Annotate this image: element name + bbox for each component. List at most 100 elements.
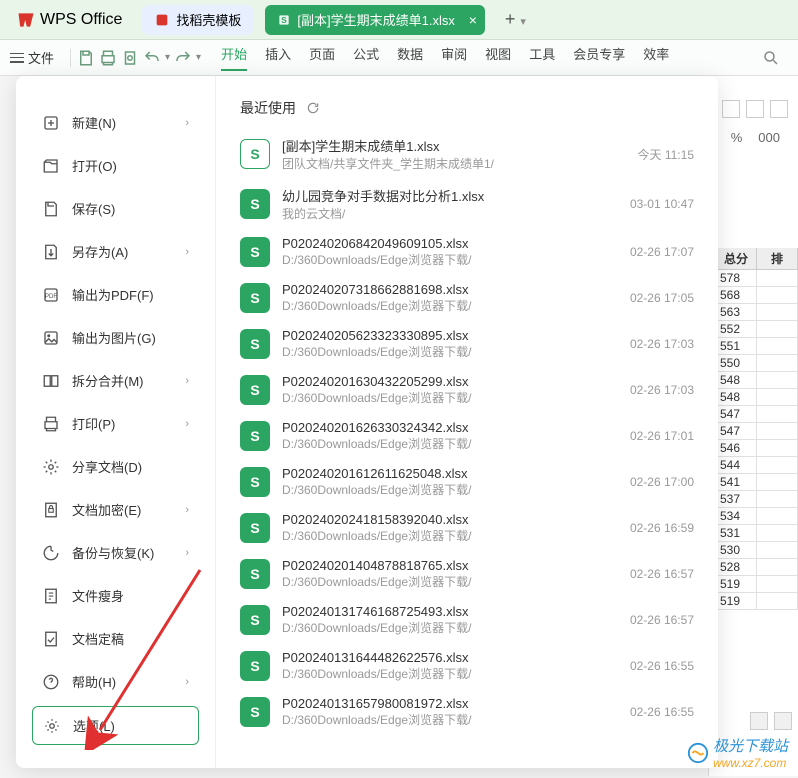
menu-member[interactable]: 会员专享 xyxy=(573,44,625,71)
tab-template[interactable]: 找稻壳模板 xyxy=(142,5,253,35)
menu-review[interactable]: 审阅 xyxy=(441,44,467,71)
sidebar-item-11[interactable]: 文件瘦身 xyxy=(32,577,199,614)
cell-row[interactable]: 548 xyxy=(716,372,798,389)
cell-row[interactable]: 528 xyxy=(716,559,798,576)
menu-formula[interactable]: 公式 xyxy=(353,44,379,71)
decimal-label[interactable]: 000 xyxy=(758,130,780,145)
sidebar-item-13[interactable]: 帮助(H)› xyxy=(32,663,199,700)
file-menu-button[interactable]: 文件 xyxy=(0,48,64,67)
cell-empty xyxy=(757,372,798,388)
recent-file-row[interactable]: SP020240131746168725493.xlsxD:/360Downlo… xyxy=(240,604,694,636)
bg-icon-2[interactable] xyxy=(746,100,764,118)
sidebar-item-8[interactable]: 分享文档(D) xyxy=(32,448,199,485)
sidebar-icon-14 xyxy=(43,717,61,735)
cell-row[interactable]: 546 xyxy=(716,440,798,457)
menu-start[interactable]: 开始 xyxy=(221,44,247,71)
sidebar-item-9[interactable]: 文档加密(E)› xyxy=(32,491,199,528)
menu-efficiency[interactable]: 效率 xyxy=(643,44,669,71)
cell-row[interactable]: 563 xyxy=(716,304,798,321)
col-rank[interactable]: 排 xyxy=(757,248,798,269)
cell-row[interactable]: 544 xyxy=(716,457,798,474)
menu-tools[interactable]: 工具 xyxy=(529,44,555,71)
sidebar-label: 打开(O) xyxy=(72,156,117,175)
menu-view[interactable]: 视图 xyxy=(485,44,511,71)
cell-row[interactable]: 568 xyxy=(716,287,798,304)
bg-icon-3[interactable] xyxy=(770,100,788,118)
bg-toolbar-icons xyxy=(722,100,788,118)
recent-file-row[interactable]: S[副本]学生期末成绩单1.xlsx团队文档/共享文件夹_学生期末成绩单1/今天… xyxy=(240,136,694,172)
redo-icon[interactable] xyxy=(174,49,192,67)
cell-value: 546 xyxy=(716,440,757,456)
cell-row[interactable]: 537 xyxy=(716,491,798,508)
cell-value: 544 xyxy=(716,457,757,473)
sheet-icon-2[interactable] xyxy=(774,712,792,730)
cell-empty xyxy=(757,474,798,490)
file-name: P020240131746168725493.xlsx xyxy=(282,604,618,619)
menu-data[interactable]: 数据 xyxy=(397,44,423,71)
sidebar-item-10[interactable]: 备份与恢复(K)› xyxy=(32,534,199,571)
close-icon[interactable]: × xyxy=(469,12,477,28)
file-name: 幼儿园竞争对手数据对比分析1.xlsx xyxy=(282,186,618,205)
sheet-icon-1[interactable] xyxy=(750,712,768,730)
print-icon[interactable] xyxy=(99,49,117,67)
chevron-right-icon: › xyxy=(185,246,189,258)
recent-file-row[interactable]: SP020240202418158392040.xlsxD:/360Downlo… xyxy=(240,512,694,544)
cell-row[interactable]: 530 xyxy=(716,542,798,559)
sidebar-item-4[interactable]: PDF输出为PDF(F) xyxy=(32,276,199,313)
cell-row[interactable]: 548 xyxy=(716,389,798,406)
sidebar-item-2[interactable]: 保存(S) xyxy=(32,190,199,227)
recent-file-row[interactable]: SP020240205623323330895.xlsxD:/360Downlo… xyxy=(240,328,694,360)
recent-file-row[interactable]: SP020240206842049609105.xlsxD:/360Downlo… xyxy=(240,236,694,268)
cell-row[interactable]: 551 xyxy=(716,338,798,355)
sidebar-item-5[interactable]: 输出为图片(G) xyxy=(32,319,199,356)
cell-row[interactable]: 552 xyxy=(716,321,798,338)
cell-empty xyxy=(757,559,798,575)
recent-file-row[interactable]: SP020240207318662881698.xlsxD:/360Downlo… xyxy=(240,282,694,314)
sidebar-item-0[interactable]: 新建(N)› xyxy=(32,104,199,141)
search-icon[interactable] xyxy=(762,49,780,67)
refresh-icon[interactable] xyxy=(306,101,320,115)
sidebar-item-14[interactable]: 选项(L) xyxy=(32,706,199,745)
recent-file-row[interactable]: SP020240201612611625048.xlsxD:/360Downlo… xyxy=(240,466,694,498)
cell-row[interactable]: 531 xyxy=(716,525,798,542)
percent-label[interactable]: % xyxy=(731,130,743,145)
cell-value: 547 xyxy=(716,423,757,439)
spreadsheet-file-icon: S xyxy=(240,139,270,169)
save-icon[interactable] xyxy=(77,49,95,67)
sidebar-item-1[interactable]: 打开(O) xyxy=(32,147,199,184)
sidebar-item-12[interactable]: 文档定稿 xyxy=(32,620,199,657)
cell-row[interactable]: 578 xyxy=(716,270,798,287)
chevron-right-icon: › xyxy=(185,504,189,516)
cell-row[interactable]: 547 xyxy=(716,406,798,423)
file-path: D:/360Downloads/Edge浏览器下载/ xyxy=(282,481,618,498)
col-total[interactable]: 总分 xyxy=(716,248,757,269)
redo-chevron-icon[interactable]: ▾ xyxy=(196,52,201,63)
recent-file-row[interactable]: SP020240201630432205299.xlsxD:/360Downlo… xyxy=(240,374,694,406)
cell-row[interactable]: 534 xyxy=(716,508,798,525)
cell-empty xyxy=(757,508,798,524)
undo-chevron-icon[interactable]: ▾ xyxy=(165,52,170,63)
cell-row[interactable]: 550 xyxy=(716,355,798,372)
recent-file-row[interactable]: SP020240201404878818765.xlsxD:/360Downlo… xyxy=(240,558,694,590)
cell-row[interactable]: 519 xyxy=(716,576,798,593)
sidebar-item-3[interactable]: 另存为(A)› xyxy=(32,233,199,270)
add-tab-button[interactable]: + ▾ xyxy=(497,9,534,30)
file-time: 02-26 17:05 xyxy=(630,291,694,305)
recent-file-row[interactable]: S幼儿园竞争对手数据对比分析1.xlsx我的云文档/03-01 10:47 xyxy=(240,186,694,222)
tab-active-spreadsheet[interactable]: S [副本]学生期末成绩单1.xlsx × xyxy=(265,5,484,35)
recent-file-row[interactable]: SP020240131657980081972.xlsxD:/360Downlo… xyxy=(240,696,694,728)
cell-row[interactable]: 541 xyxy=(716,474,798,491)
wps-icon xyxy=(16,10,36,30)
file-time: 02-26 17:03 xyxy=(630,383,694,397)
sidebar-item-6[interactable]: 拆分合并(M)› xyxy=(32,362,199,399)
cell-row[interactable]: 519 xyxy=(716,593,798,610)
menu-page[interactable]: 页面 xyxy=(309,44,335,71)
menu-insert[interactable]: 插入 xyxy=(265,44,291,71)
cell-row[interactable]: 547 xyxy=(716,423,798,440)
print-preview-icon[interactable] xyxy=(121,49,139,67)
recent-file-row[interactable]: SP020240201626330324342.xlsxD:/360Downlo… xyxy=(240,420,694,452)
bg-icon-1[interactable] xyxy=(722,100,740,118)
sidebar-item-7[interactable]: 打印(P)› xyxy=(32,405,199,442)
undo-icon[interactable] xyxy=(143,49,161,67)
recent-file-row[interactable]: SP020240131644482622576.xlsxD:/360Downlo… xyxy=(240,650,694,682)
